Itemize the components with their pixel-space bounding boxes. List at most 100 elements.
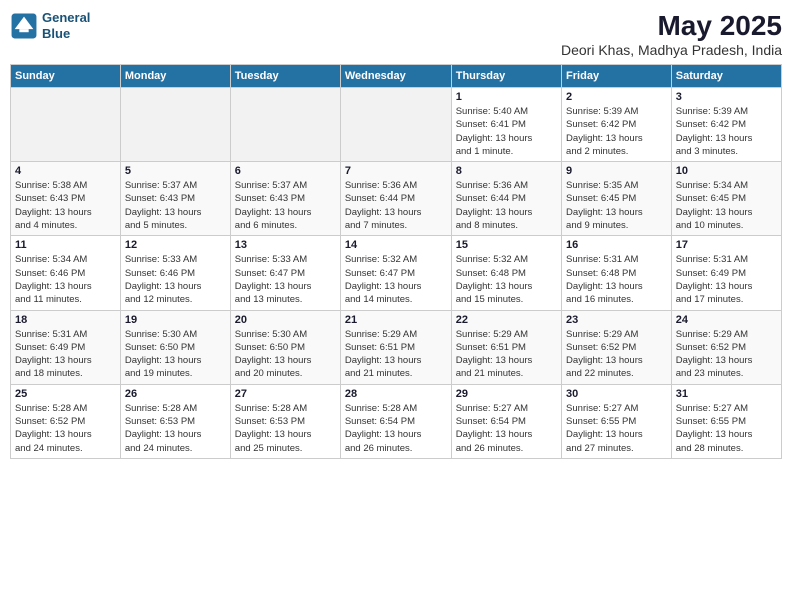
- day-info: Sunrise: 5:30 AM Sunset: 6:50 PM Dayligh…: [235, 328, 336, 381]
- day-info: Sunrise: 5:34 AM Sunset: 6:45 PM Dayligh…: [676, 179, 777, 232]
- calendar-day-cell: 29 Sunrise: 5:27 AM Sunset: 6:54 PM Dayli…: [451, 384, 561, 458]
- calendar-day-cell: 9 Sunrise: 5:35 AM Sunset: 6:45 PM Daylig…: [562, 162, 672, 236]
- calendar-day-cell: 11 Sunrise: 5:34 AM Sunset: 6:46 PM Dayli…: [11, 236, 121, 310]
- calendar-day-cell: 14 Sunrise: 5:32 AM Sunset: 6:47 PM Dayli…: [340, 236, 451, 310]
- day-number: 5: [125, 165, 226, 177]
- day-number: 3: [676, 91, 777, 103]
- weekday-header-sunday: Sunday: [11, 65, 121, 88]
- day-info: Sunrise: 5:37 AM Sunset: 6:43 PM Dayligh…: [235, 179, 336, 232]
- calendar-day-cell: 20 Sunrise: 5:30 AM Sunset: 6:50 PM Dayli…: [230, 310, 340, 384]
- day-number: 31: [676, 388, 777, 400]
- calendar-day-cell: 27Sunrise: 5:28 AM Sunset: 6:53 PM Dayli…: [230, 384, 340, 458]
- weekday-header-friday: Friday: [562, 65, 672, 88]
- calendar-day-cell: [11, 88, 121, 162]
- day-info: Sunrise: 5:36 AM Sunset: 6:44 PM Dayligh…: [456, 179, 557, 232]
- calendar-day-cell: [120, 88, 230, 162]
- calendar-table: SundayMondayTuesdayWednesdayThursdayFrid…: [10, 64, 782, 459]
- day-info: Sunrise: 5:32 AM Sunset: 6:48 PM Dayligh…: [456, 253, 557, 306]
- day-info: Sunrise: 5:28 AM Sunset: 6:53 PM Dayligh…: [235, 402, 336, 455]
- day-number: 4: [15, 165, 116, 177]
- month-title: May 2025: [561, 10, 782, 42]
- calendar-day-cell: 24 Sunrise: 5:29 AM Sunset: 6:52 PM Dayli…: [671, 310, 781, 384]
- day-number: 14: [345, 239, 447, 251]
- calendar-day-cell: 21 Sunrise: 5:29 AM Sunset: 6:51 PM Dayli…: [340, 310, 451, 384]
- day-info: Sunrise: 5:27 AM Sunset: 6:54 PM Dayligh…: [456, 402, 557, 455]
- day-number: 12: [125, 239, 226, 251]
- day-number: 1: [456, 91, 557, 103]
- weekday-header-wednesday: Wednesday: [340, 65, 451, 88]
- day-info: Sunrise: 5:35 AM Sunset: 6:45 PM Dayligh…: [566, 179, 667, 232]
- logo-line2: Blue: [42, 26, 70, 41]
- calendar-day-cell: 17 Sunrise: 5:31 AM Sunset: 6:49 PM Dayli…: [671, 236, 781, 310]
- day-number: 21: [345, 314, 447, 326]
- location-title: Deori Khas, Madhya Pradesh, India: [561, 42, 782, 58]
- calendar-day-cell: 1 Sunrise: 5:40 AM Sunset: 6:41 PM Daylig…: [451, 88, 561, 162]
- calendar-week-row: 4 Sunrise: 5:38 AM Sunset: 6:43 PM Daylig…: [11, 162, 782, 236]
- day-number: 24: [676, 314, 777, 326]
- calendar-week-row: 25Sunrise: 5:28 AM Sunset: 6:52 PM Dayli…: [11, 384, 782, 458]
- logo-line1: General: [42, 10, 90, 25]
- day-number: 19: [125, 314, 226, 326]
- weekday-header-row: SundayMondayTuesdayWednesdayThursdayFrid…: [11, 65, 782, 88]
- logo-text: General Blue: [42, 10, 90, 41]
- calendar-day-cell: 7 Sunrise: 5:36 AM Sunset: 6:44 PM Daylig…: [340, 162, 451, 236]
- calendar-day-cell: 30Sunrise: 5:27 AM Sunset: 6:55 PM Dayli…: [562, 384, 672, 458]
- day-number: 11: [15, 239, 116, 251]
- day-info: Sunrise: 5:36 AM Sunset: 6:44 PM Dayligh…: [345, 179, 447, 232]
- day-info: Sunrise: 5:30 AM Sunset: 6:50 PM Dayligh…: [125, 328, 226, 381]
- day-number: 7: [345, 165, 447, 177]
- day-info: Sunrise: 5:38 AM Sunset: 6:43 PM Dayligh…: [15, 179, 116, 232]
- calendar-day-cell: 13 Sunrise: 5:33 AM Sunset: 6:47 PM Dayli…: [230, 236, 340, 310]
- day-number: 18: [15, 314, 116, 326]
- day-info: Sunrise: 5:39 AM Sunset: 6:42 PM Dayligh…: [566, 105, 667, 158]
- day-number: 17: [676, 239, 777, 251]
- day-info: Sunrise: 5:34 AM Sunset: 6:46 PM Dayligh…: [15, 253, 116, 306]
- calendar-day-cell: 25Sunrise: 5:28 AM Sunset: 6:52 PM Dayli…: [11, 384, 121, 458]
- calendar-day-cell: 31Sunrise: 5:27 AM Sunset: 6:55 PM Dayli…: [671, 384, 781, 458]
- day-info: Sunrise: 5:31 AM Sunset: 6:49 PM Dayligh…: [676, 253, 777, 306]
- calendar-day-cell: 5 Sunrise: 5:37 AM Sunset: 6:43 PM Daylig…: [120, 162, 230, 236]
- day-number: 6: [235, 165, 336, 177]
- day-number: 16: [566, 239, 667, 251]
- header: General Blue May 2025 Deori Khas, Madhya…: [10, 10, 782, 58]
- calendar-day-cell: 12 Sunrise: 5:33 AM Sunset: 6:46 PM Dayli…: [120, 236, 230, 310]
- day-info: Sunrise: 5:28 AM Sunset: 6:52 PM Dayligh…: [15, 402, 116, 455]
- day-number: 26: [125, 388, 226, 400]
- day-info: Sunrise: 5:29 AM Sunset: 6:51 PM Dayligh…: [456, 328, 557, 381]
- day-number: 10: [676, 165, 777, 177]
- day-info: Sunrise: 5:40 AM Sunset: 6:41 PM Dayligh…: [456, 105, 557, 158]
- day-info: Sunrise: 5:31 AM Sunset: 6:48 PM Dayligh…: [566, 253, 667, 306]
- logo: General Blue: [10, 10, 90, 41]
- calendar-day-cell: 8Sunrise: 5:36 AM Sunset: 6:44 PM Daylig…: [451, 162, 561, 236]
- day-info: Sunrise: 5:27 AM Sunset: 6:55 PM Dayligh…: [566, 402, 667, 455]
- logo-icon: [10, 12, 38, 40]
- day-info: Sunrise: 5:29 AM Sunset: 6:52 PM Dayligh…: [566, 328, 667, 381]
- calendar-day-cell: 10 Sunrise: 5:34 AM Sunset: 6:45 PM Dayli…: [671, 162, 781, 236]
- day-info: Sunrise: 5:33 AM Sunset: 6:46 PM Dayligh…: [125, 253, 226, 306]
- weekday-header-tuesday: Tuesday: [230, 65, 340, 88]
- day-info: Sunrise: 5:39 AM Sunset: 6:42 PM Dayligh…: [676, 105, 777, 158]
- calendar-week-row: 18Sunrise: 5:31 AM Sunset: 6:49 PM Dayli…: [11, 310, 782, 384]
- day-number: 2: [566, 91, 667, 103]
- calendar-day-cell: 2 Sunrise: 5:39 AM Sunset: 6:42 PM Daylig…: [562, 88, 672, 162]
- calendar-week-row: 11 Sunrise: 5:34 AM Sunset: 6:46 PM Dayli…: [11, 236, 782, 310]
- day-number: 9: [566, 165, 667, 177]
- day-number: 29: [456, 388, 557, 400]
- calendar-day-cell: 26Sunrise: 5:28 AM Sunset: 6:53 PM Dayli…: [120, 384, 230, 458]
- calendar-day-cell: 22Sunrise: 5:29 AM Sunset: 6:51 PM Dayli…: [451, 310, 561, 384]
- day-number: 20: [235, 314, 336, 326]
- calendar-day-cell: 3 Sunrise: 5:39 AM Sunset: 6:42 PM Daylig…: [671, 88, 781, 162]
- calendar-week-row: 1 Sunrise: 5:40 AM Sunset: 6:41 PM Daylig…: [11, 88, 782, 162]
- weekday-header-saturday: Saturday: [671, 65, 781, 88]
- calendar-day-cell: [340, 88, 451, 162]
- calendar-day-cell: 4 Sunrise: 5:38 AM Sunset: 6:43 PM Daylig…: [11, 162, 121, 236]
- day-info: Sunrise: 5:37 AM Sunset: 6:43 PM Dayligh…: [125, 179, 226, 232]
- day-info: Sunrise: 5:28 AM Sunset: 6:54 PM Dayligh…: [345, 402, 447, 455]
- day-info: Sunrise: 5:29 AM Sunset: 6:51 PM Dayligh…: [345, 328, 447, 381]
- day-number: 13: [235, 239, 336, 251]
- calendar-day-cell: 23Sunrise: 5:29 AM Sunset: 6:52 PM Dayli…: [562, 310, 672, 384]
- day-info: Sunrise: 5:29 AM Sunset: 6:52 PM Dayligh…: [676, 328, 777, 381]
- day-info: Sunrise: 5:32 AM Sunset: 6:47 PM Dayligh…: [345, 253, 447, 306]
- day-info: Sunrise: 5:33 AM Sunset: 6:47 PM Dayligh…: [235, 253, 336, 306]
- day-number: 28: [345, 388, 447, 400]
